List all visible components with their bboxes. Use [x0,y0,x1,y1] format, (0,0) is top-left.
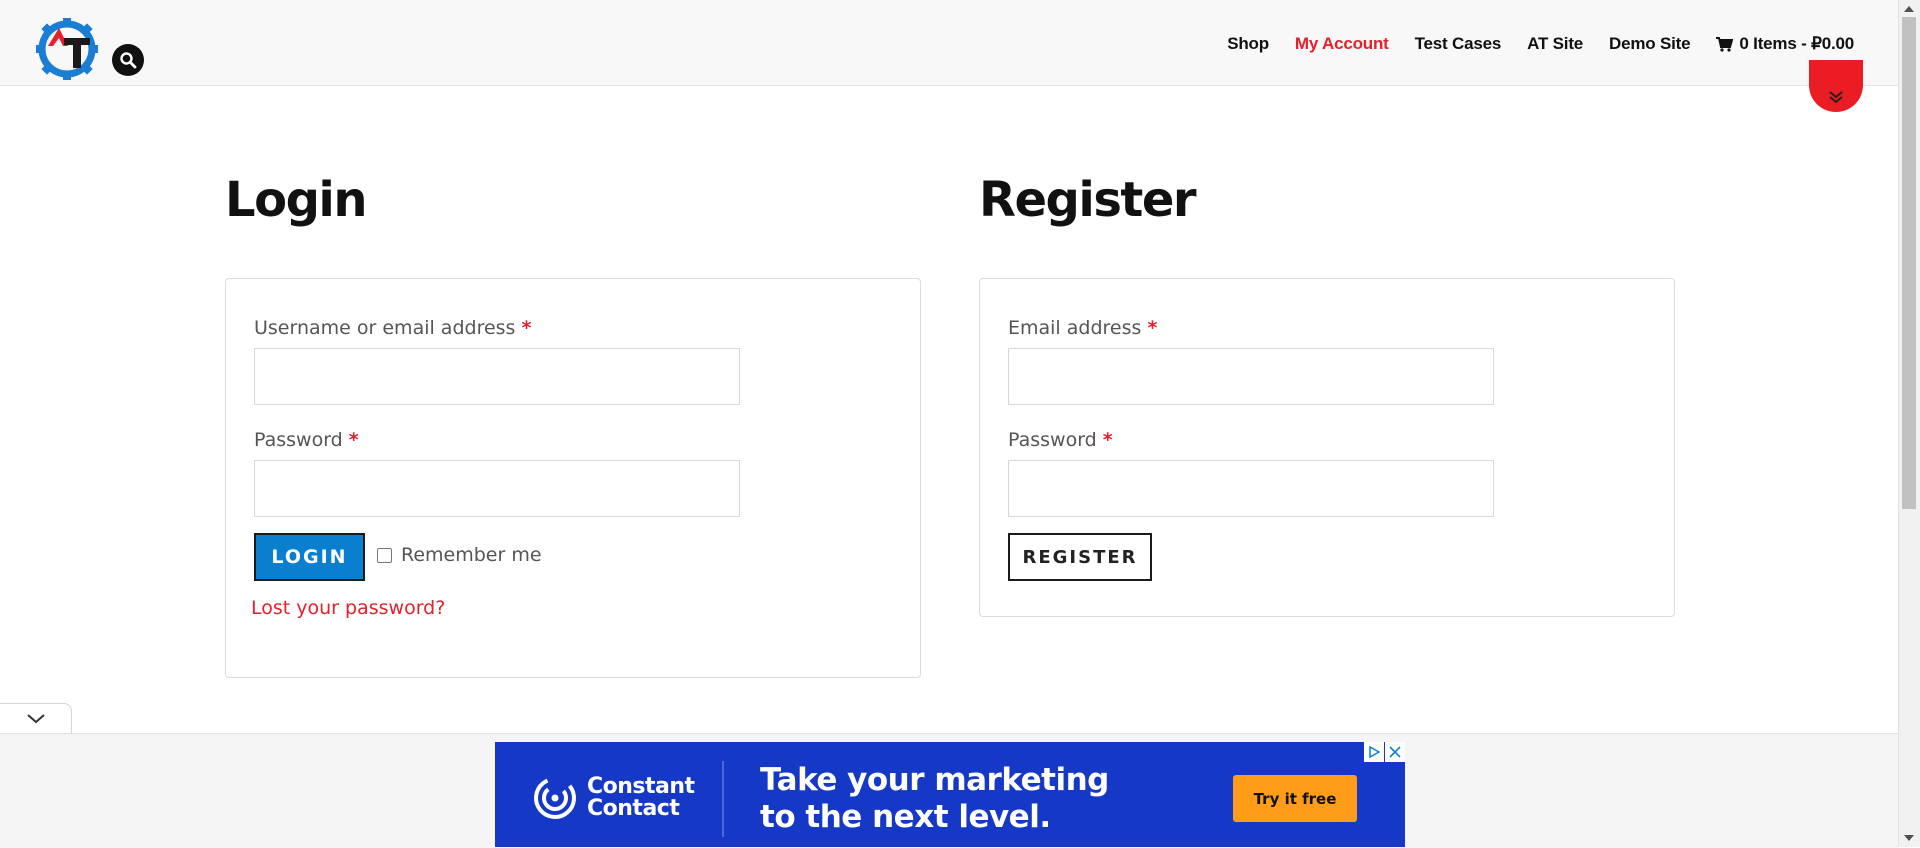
cart-summary: 0 Items - ₽0.00 [1739,34,1854,53]
ad-divider [722,761,724,837]
ad-close-icon[interactable] [1385,742,1405,762]
remember-me[interactable]: Remember me [377,544,542,566]
login-password-input[interactable] [254,460,740,517]
nav-test-cases[interactable]: Test Cases [1415,34,1502,54]
ad-cta-button[interactable]: Try it free [1233,775,1357,822]
site-logo[interactable] [34,16,100,82]
constant-contact-logo-icon [534,777,576,819]
ad-brand-line1: Constant [587,774,695,799]
login-password-label: Password * [254,429,359,451]
required-marker: * [348,429,359,451]
username-label: Username or email address * [254,317,532,339]
search-icon [120,52,137,69]
register-password-input[interactable] [1008,460,1494,517]
main-navigation: Shop My Account Test Cases AT Site Demo … [1227,34,1854,54]
site-header: Shop My Account Test Cases AT Site Demo … [0,0,1898,86]
advertisement-banner[interactable]: Constant Contact Take your marketing to … [495,742,1405,847]
collapse-ad-button[interactable] [0,703,72,733]
scroll-down-arrow-icon[interactable] [1904,835,1914,841]
register-form: Email address * Password * REGISTER [979,278,1675,617]
ad-brand-line2: Contact [587,796,680,821]
register-button[interactable]: REGISTER [1008,533,1152,581]
username-input[interactable] [254,348,740,405]
email-label: Email address * [1008,317,1158,339]
scroll-up-arrow-icon[interactable] [1904,6,1914,12]
login-button[interactable]: LOGIN [254,533,365,581]
register-password-label: Password * [1008,429,1113,451]
lost-password-link[interactable]: Lost your password? [251,597,445,619]
login-title: Login [225,172,368,228]
cart-icon [1716,36,1734,52]
register-title: Register [979,172,1197,228]
nav-at-site[interactable]: AT Site [1527,34,1583,54]
ad-headline: Take your marketing to the next level. [760,762,1109,835]
chevron-down-icon [26,713,45,723]
scrollbar-thumb[interactable] [1902,17,1916,509]
nav-shop[interactable]: Shop [1227,34,1269,54]
required-marker: * [1102,429,1113,451]
register-email-input[interactable] [1008,348,1494,405]
nav-cart[interactable]: 0 Items - ₽0.00 [1716,34,1854,54]
nav-my-account[interactable]: My Account [1295,34,1389,54]
ad-brand: Constant Contact [533,776,695,820]
required-marker: * [1147,317,1158,339]
required-marker: * [521,317,532,339]
double-chevron-down-icon [1829,91,1843,104]
remember-me-checkbox[interactable] [377,547,392,563]
login-form: Username or email address * Password * L… [225,278,921,678]
search-button[interactable] [112,44,144,76]
ad-choices-icon[interactable] [1364,742,1384,762]
ad-controls [1364,742,1405,762]
nav-demo-site[interactable]: Demo Site [1609,34,1691,54]
remember-me-label: Remember me [401,544,542,566]
page-scrollbar[interactable] [1898,0,1920,847]
scroll-down-button[interactable] [1809,60,1863,112]
